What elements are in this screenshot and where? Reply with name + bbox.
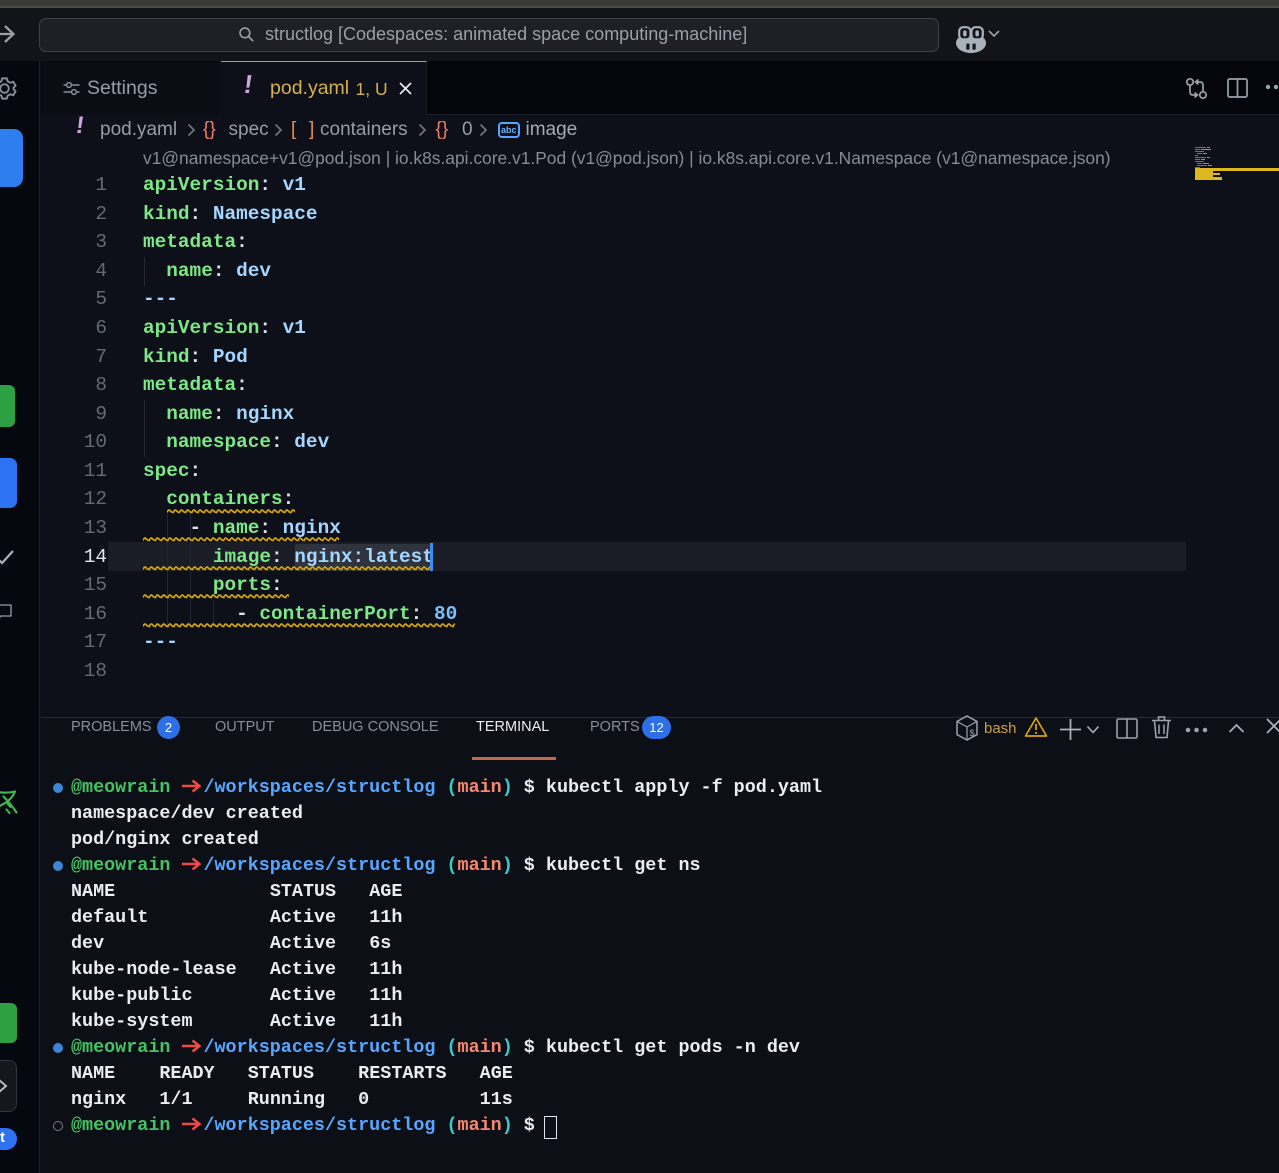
svg-text:$: $: [970, 728, 975, 738]
